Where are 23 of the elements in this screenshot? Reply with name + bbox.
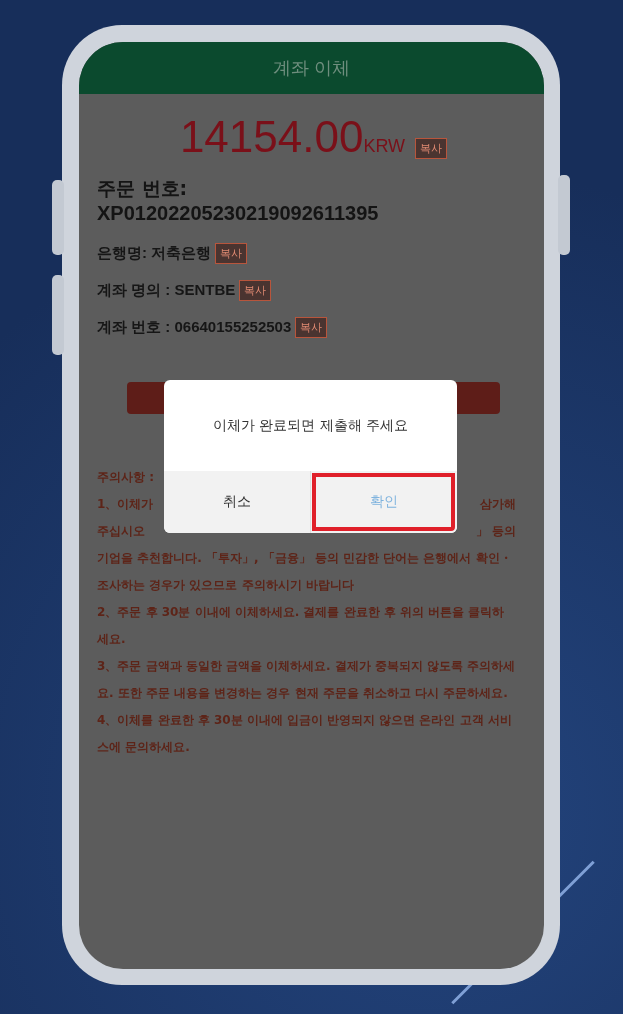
notes-paragraph: 3、주문 금액과 동일한 금액을 이체하세요. 결제가 중복되지 않도록 주의하세요. 또한 주문 내용을 변경하는 경우 현재 주문을 취소하고 다시 주문하세요. [97, 658, 517, 702]
notes-title: 주의사항 : [97, 469, 155, 486]
order-number: XP01202205230219092611395 [97, 202, 380, 225]
notes-paragraph: 기업을 추천합니다. 「투자」, 「금융」 등의 민감한 단어는 은행에서 확인・조사하는 경우가 있으므로 주의하시기 바랍니다 [97, 550, 513, 594]
field-text: 은행명: 저축은행 [97, 244, 212, 263]
copy-button[interactable]: 복사 [295, 317, 328, 338]
field-text: 계좌 명의 : SENTBE [97, 281, 236, 300]
amount: 14154.00 [179, 112, 364, 162]
dialog-message: 이체가 완료되면 제출해 주세요 [212, 416, 409, 435]
order-label: 주문 번호: [97, 176, 189, 201]
notes-text: 」 등의 [475, 523, 516, 540]
notes-text: 주십시오 [97, 523, 145, 540]
notes-text: 1、이체가 [97, 496, 154, 513]
copy-button[interactable]: 복사 [239, 280, 272, 301]
header-title: 계좌 이체 [79, 42, 544, 94]
copy-button[interactable]: 복사 [215, 243, 248, 264]
dialog-button[interactable]: 취소 [164, 471, 310, 533]
notes-paragraph: 4、이체를 완료한 후 30분 이내에 입금이 반영되지 않으면 온라인 고객 서비스에 문의하세요. [97, 712, 513, 756]
copy-button[interactable]: 복사 [415, 138, 448, 159]
currency: KRW [363, 136, 406, 157]
field-text: 계좌 번호 : 06640155252503 [97, 318, 292, 337]
notes-text: 삼가해 [480, 496, 516, 513]
notes-paragraph: 2、주문 후 30분 이내에 이체하세요. 결제를 완료한 후 위의 버튼을 클릭하세요. [97, 604, 506, 648]
